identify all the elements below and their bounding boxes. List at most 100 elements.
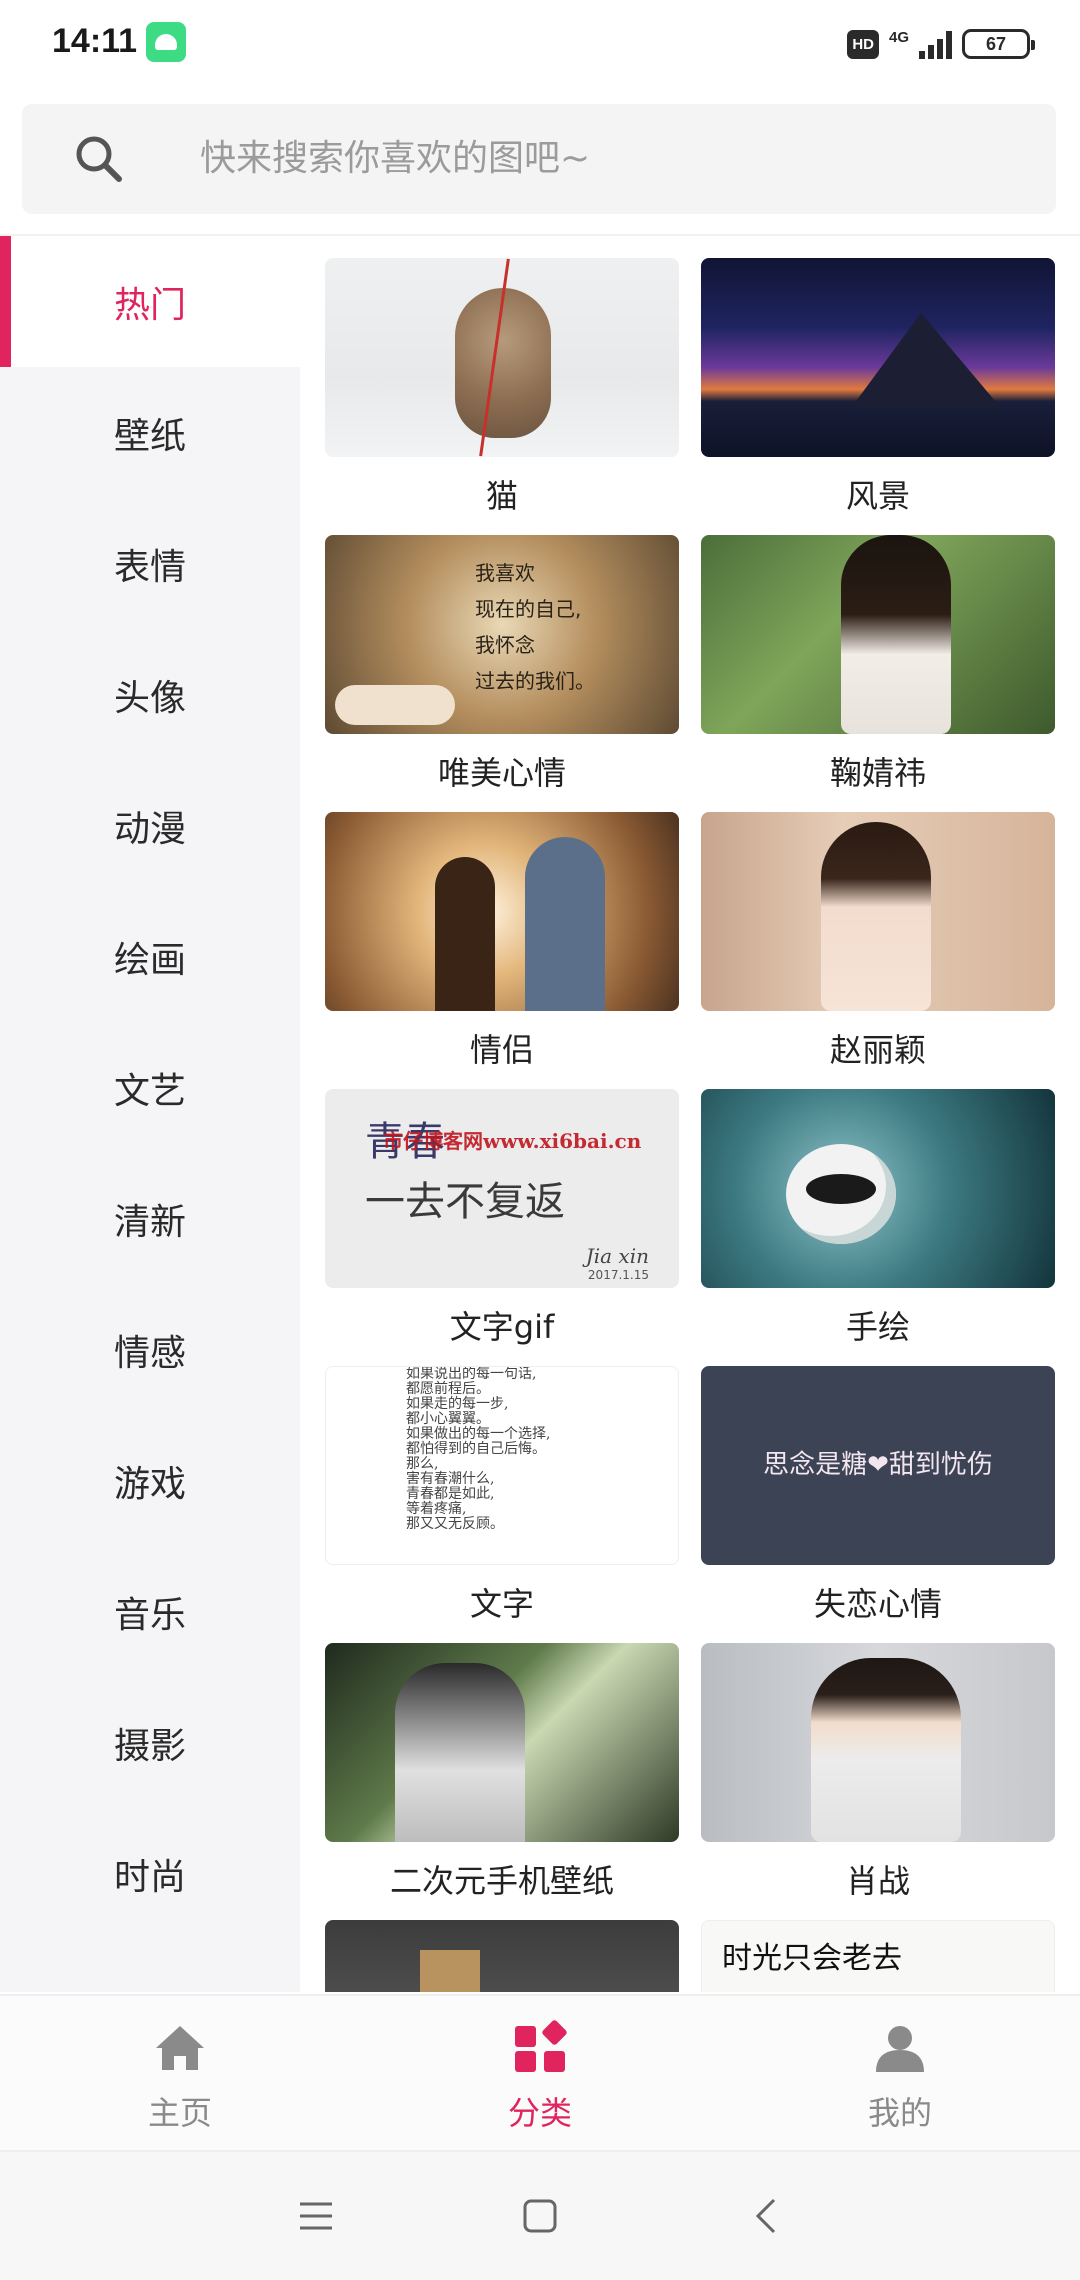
search-icon xyxy=(76,136,122,182)
thumbnail-text: 一去不复返 xyxy=(365,1179,565,1225)
category-grid: 猫 风景 我喜欢 现在的自己, 我怀念 过去的我们。 唯美心情 鞠婧祎 情侣 赵… xyxy=(300,236,1080,1992)
card-thumbnail xyxy=(701,1089,1055,1288)
category-card-couple[interactable]: 情侣 xyxy=(325,812,679,1089)
nav-item-category[interactable]: 分类 xyxy=(360,1996,720,2152)
sidebar-item-fashion[interactable]: 时尚 xyxy=(0,1808,300,1939)
card-thumbnail: 我喜欢 现在的自己, 我怀念 过去的我们。 xyxy=(325,535,679,734)
status-time: 14:11 xyxy=(52,22,138,60)
nav-label: 主页 xyxy=(147,2094,212,2132)
signal-icon xyxy=(919,29,952,59)
category-card-text-gif[interactable]: 青春 一去不复返 Jia xin 2017.1.15 市仔博客网www.xi6b… xyxy=(325,1089,679,1366)
card-thumbnail xyxy=(701,812,1055,1011)
category-card-anime-wallpaper[interactable]: 二次元手机壁纸 xyxy=(325,1643,679,1920)
battery-icon: 67 xyxy=(962,29,1035,59)
card-thumbnail: 如果说出的每一句话, 都愿前程后。 如果走的每一步, 都小心翼翼。 如果做出的每… xyxy=(325,1366,679,1565)
sidebar-item-fresh[interactable]: 清新 xyxy=(0,1153,300,1284)
card-label: 文字 xyxy=(469,1585,534,1623)
home-button-icon[interactable] xyxy=(510,2186,570,2246)
card-thumbnail: 时光只会老去 xyxy=(701,1920,1055,1992)
category-sidebar: 热门 壁纸 表情 头像 动漫 绘画 文艺 清新 情感 游戏 音乐 摄影 时尚 xyxy=(0,236,300,1992)
sidebar-item-label: 情感 xyxy=(113,1332,186,1374)
sidebar-item-label: 壁纸 xyxy=(113,415,186,457)
category-card-xiaozhan[interactable]: 肖战 xyxy=(701,1643,1055,1920)
network-type: 4G xyxy=(888,28,909,46)
sidebar-item-art[interactable]: 文艺 xyxy=(0,1022,300,1153)
sidebar-item-label: 时尚 xyxy=(113,1856,186,1898)
sidebar-item-hot[interactable]: 热门 xyxy=(0,236,300,367)
watermark: 市仔博客网www.xi6bai.cn xyxy=(383,1129,642,1153)
card-label: 手绘 xyxy=(845,1308,910,1346)
bottom-nav: 主页 分类 我的 xyxy=(0,1994,1080,2150)
menu-icon[interactable] xyxy=(286,2186,346,2246)
nav-label: 分类 xyxy=(507,2094,572,2132)
category-card-mood[interactable]: 我喜欢 现在的自己, 我怀念 过去的我们。 唯美心情 xyxy=(325,535,679,812)
card-thumbnail xyxy=(325,812,679,1011)
sidebar-item-label: 摄影 xyxy=(113,1725,186,1767)
system-nav-bar xyxy=(0,2152,1080,2280)
thumbnail-text: 我喜欢 现在的自己, 我怀念 过去的我们。 xyxy=(475,561,595,693)
category-card-words[interactable]: 如果说出的每一句话, 都愿前程后。 如果走的每一步, 都小心翼翼。 如果做出的每… xyxy=(325,1366,679,1643)
active-indicator xyxy=(0,236,11,367)
sidebar-item-label: 游戏 xyxy=(113,1463,186,1505)
sidebar-item-music[interactable]: 音乐 xyxy=(0,1546,300,1677)
android-app-icon xyxy=(146,22,186,62)
nav-label: 我的 xyxy=(867,2094,932,2132)
hd-badge: HD xyxy=(847,29,879,59)
card-label: 鞠婧祎 xyxy=(829,754,926,792)
sidebar-item-label: 热门 xyxy=(113,284,186,326)
category-card-landscape[interactable]: 风景 xyxy=(701,258,1055,535)
sidebar-item-emotion[interactable]: 情感 xyxy=(0,1284,300,1415)
card-label: 猫 xyxy=(485,477,518,515)
nav-item-home[interactable]: 主页 xyxy=(0,1996,360,2152)
card-thumbnail xyxy=(325,258,679,457)
search-input[interactable]: 快来搜索你喜欢的图吧~ xyxy=(200,104,590,214)
sidebar-item-game[interactable]: 游戏 xyxy=(0,1415,300,1546)
card-label: 风景 xyxy=(845,477,910,515)
person-icon xyxy=(876,2026,924,2072)
sidebar-item-label: 清新 xyxy=(113,1201,186,1243)
home-icon xyxy=(156,2026,204,2070)
card-thumbnail xyxy=(701,258,1055,457)
category-card-jujingyi[interactable]: 鞠婧祎 xyxy=(701,535,1055,812)
category-card-zhaoliying[interactable]: 赵丽颖 xyxy=(701,812,1055,1089)
sidebar-item-emoji[interactable]: 表情 xyxy=(0,498,300,629)
card-label: 肖战 xyxy=(845,1862,910,1900)
card-label: 失恋心情 xyxy=(813,1585,942,1623)
sidebar-item-label: 动漫 xyxy=(113,808,186,850)
card-thumbnail xyxy=(325,1920,679,1992)
sidebar-item-wallpaper[interactable]: 壁纸 xyxy=(0,367,300,498)
thumbnail-date: 2017.1.15 xyxy=(587,1268,649,1282)
category-icon xyxy=(515,2020,567,2072)
thumbnail-text: 时光只会老去 xyxy=(722,1941,902,1976)
category-card-hand-drawn[interactable]: 手绘 xyxy=(701,1089,1055,1366)
thumbnail-text: 思念是糖❤甜到忧伤 xyxy=(763,1450,993,1480)
category-card-cat[interactable]: 猫 xyxy=(325,258,679,535)
sidebar-item-avatar[interactable]: 头像 xyxy=(0,629,300,760)
category-card-partial[interactable]: 时光只会老去 xyxy=(701,1920,1055,1992)
card-thumbnail: 思念是糖❤甜到忧伤 xyxy=(701,1366,1055,1565)
card-label: 赵丽颖 xyxy=(829,1031,926,1069)
card-thumbnail xyxy=(325,1643,679,1842)
sidebar-item-label: 绘画 xyxy=(113,939,186,981)
search-bar[interactable]: 快来搜索你喜欢的图吧~ xyxy=(22,104,1056,214)
battery-level: 67 xyxy=(985,33,1007,54)
back-icon[interactable] xyxy=(736,2186,796,2246)
card-thumbnail: 青春 一去不复返 Jia xin 2017.1.15 市仔博客网www.xi6b… xyxy=(325,1089,679,1288)
sidebar-item-anime[interactable]: 动漫 xyxy=(0,760,300,891)
card-label: 情侣 xyxy=(469,1031,534,1069)
category-card-partial[interactable] xyxy=(325,1920,679,1992)
category-card-heartbreak[interactable]: 思念是糖❤甜到忧伤 失恋心情 xyxy=(701,1366,1055,1643)
sidebar-item-label: 音乐 xyxy=(113,1594,186,1636)
card-thumbnail xyxy=(701,535,1055,734)
card-label: 唯美心情 xyxy=(437,754,566,792)
card-label: 文字gif xyxy=(449,1308,555,1346)
nav-item-mine[interactable]: 我的 xyxy=(720,1996,1080,2152)
sidebar-item-photography[interactable]: 摄影 xyxy=(0,1677,300,1808)
thumbnail-text: 如果说出的每一句话, 都愿前程后。 如果走的每一步, 都小心翼翼。 如果做出的每… xyxy=(406,1366,551,1532)
status-icons: HD 4G 67 xyxy=(847,24,1035,64)
status-bar: 14:11 HD 4G 67 xyxy=(0,0,1080,90)
sidebar-item-label: 表情 xyxy=(113,546,186,588)
sidebar-item-painting[interactable]: 绘画 xyxy=(0,891,300,1022)
sidebar-item-label: 文艺 xyxy=(113,1070,186,1112)
card-label: 二次元手机壁纸 xyxy=(389,1862,614,1900)
